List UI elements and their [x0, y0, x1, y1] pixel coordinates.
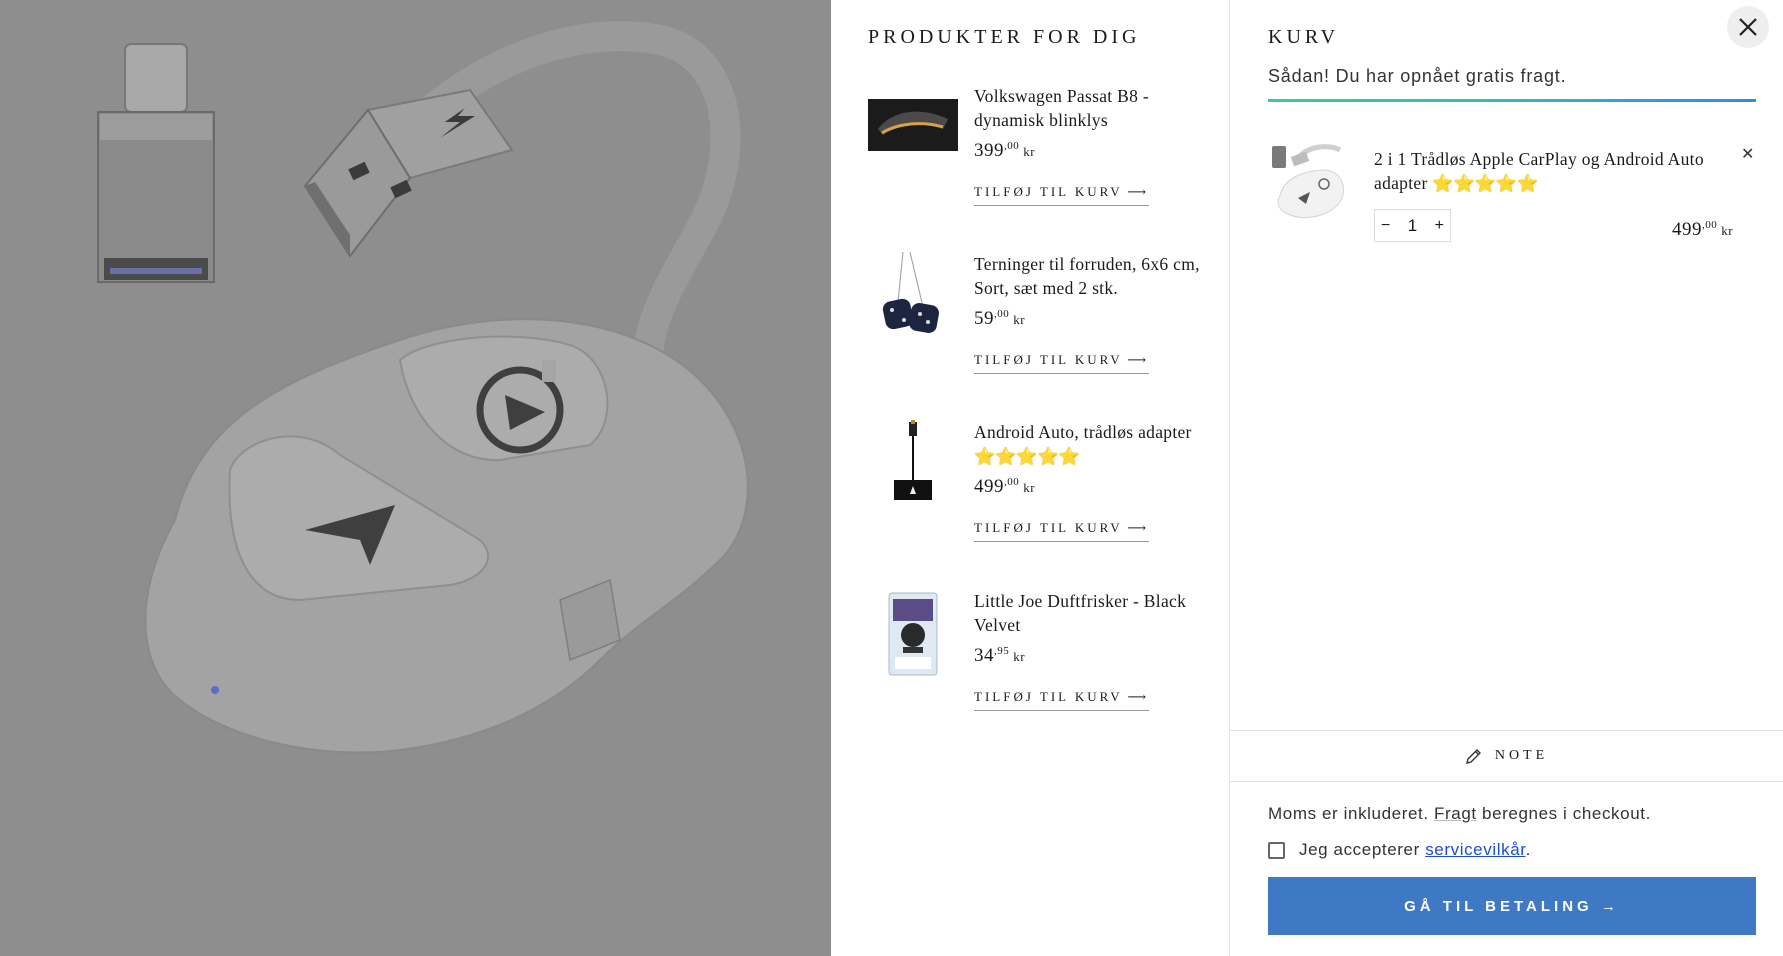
terms-checkbox[interactable] — [1268, 841, 1285, 859]
arrow-right-icon: ⟶ — [1127, 520, 1149, 535]
product-price: 59,00 kr — [974, 308, 1026, 329]
quantity-value[interactable]: 1 — [1408, 216, 1417, 236]
reco-item: Terninger til forruden, 6x6 cm, Sort, sæ… — [868, 252, 1208, 392]
cart-title: KURV — [1268, 26, 1340, 48]
arrow-right-icon: ⟶ — [1127, 184, 1149, 199]
product-image-backdrop[interactable] — [0, 0, 831, 956]
product-thumbnail[interactable] — [868, 99, 958, 151]
product-name[interactable]: Terninger til forruden, 6x6 cm, Sort, sæ… — [974, 252, 1204, 300]
add-to-cart-button[interactable]: TILFØJ TIL KURV ⟶ — [974, 689, 1149, 711]
product-price: 399,00 kr — [974, 140, 1036, 161]
product-thumbnail[interactable] — [868, 252, 958, 342]
product-price: 34,95 kr — [974, 645, 1026, 666]
reco-item: Android Auto, trådløs adapter ⭐⭐⭐⭐⭐ 499,… — [868, 420, 1208, 560]
product-price: 499,00 kr — [974, 476, 1036, 497]
cart-drawer: KURV Sådan! Du har opnået gratis fragt. … — [1230, 0, 1783, 956]
terms-text: Jeg accepterer — [1299, 840, 1420, 859]
recommendations-title: PRODUKTER FOR DIG — [868, 26, 1141, 48]
quantity-stepper: − 1 + — [1374, 209, 1451, 242]
rating-stars: ⭐⭐⭐⭐⭐ — [1432, 174, 1539, 193]
reco-item: Volkswagen Passat B8 - dynamisk blinklys… — [868, 84, 1208, 224]
note-label: NOTE — [1494, 748, 1549, 763]
add-to-cart-button[interactable]: TILFØJ TIL KURV ⟶ — [974, 520, 1149, 542]
recommendations-panel: PRODUKTER FOR DIG Volkswagen Passat B8 -… — [831, 0, 1230, 956]
cart-item-name[interactable]: 2 i 1 Trådløs Apple CarPlay og Android A… — [1374, 147, 1739, 196]
product-name[interactable]: Android Auto, trådløs adapter ⭐⭐⭐⭐⭐ — [974, 420, 1204, 469]
tax-text-end: beregnes i checkout. — [1482, 804, 1651, 823]
shipping-progress-fill — [1268, 99, 1756, 102]
shipping-link[interactable]: Fragt — [1434, 804, 1477, 823]
terms-end: . — [1525, 840, 1531, 859]
reco-item: Little Joe Duftfrisker - Black Velvet 34… — [868, 589, 1208, 729]
free-shipping-message: Sådan! Du har opnået gratis fragt. — [1268, 66, 1567, 86]
cart-item-price: 499,00 kr — [1672, 219, 1734, 240]
add-to-cart-button[interactable]: TILFØJ TIL KURV ⟶ — [974, 352, 1149, 374]
rating-stars: ⭐⭐⭐⭐⭐ — [974, 447, 1080, 466]
product-name[interactable]: Volkswagen Passat B8 - dynamisk blinklys — [974, 84, 1204, 132]
shipping-progress-bar — [1268, 99, 1756, 102]
product-name[interactable]: Little Joe Duftfrisker - Black Velvet — [974, 589, 1204, 637]
close-button[interactable] — [1727, 6, 1769, 48]
arrow-right-icon: ⟶ — [1127, 352, 1149, 367]
tax-text: Moms er inkluderet. — [1268, 804, 1429, 823]
cart-line-item: 2 i 1 Trådløs Apple CarPlay og Android A… — [1268, 140, 1758, 250]
product-image — [97, 21, 749, 754]
plus-icon[interactable]: + — [1435, 217, 1444, 235]
add-to-cart-button[interactable]: TILFØJ TIL KURV ⟶ — [974, 184, 1149, 206]
minus-icon[interactable]: − — [1381, 217, 1390, 235]
terms-link[interactable]: servicevilkår — [1425, 840, 1525, 859]
pencil-icon — [1465, 749, 1481, 764]
terms-row: Jeg accepterer servicevilkår. — [1268, 840, 1531, 860]
product-thumbnail[interactable] — [868, 420, 958, 510]
tax-shipping-info: Moms er inkluderet. Fragt beregnes i che… — [1268, 804, 1651, 824]
remove-item-button[interactable]: ✕ — [1741, 144, 1754, 164]
product-thumbnail[interactable] — [868, 589, 958, 679]
arrow-right-icon: ⟶ — [1127, 689, 1149, 704]
product-thumbnail[interactable] — [1268, 140, 1350, 222]
remove-icon: ✕ — [1741, 146, 1755, 163]
close-icon — [1739, 18, 1757, 36]
note-button[interactable]: NOTE — [1230, 730, 1783, 782]
checkout-button[interactable]: GÅ TIL BETALING → — [1268, 877, 1756, 935]
